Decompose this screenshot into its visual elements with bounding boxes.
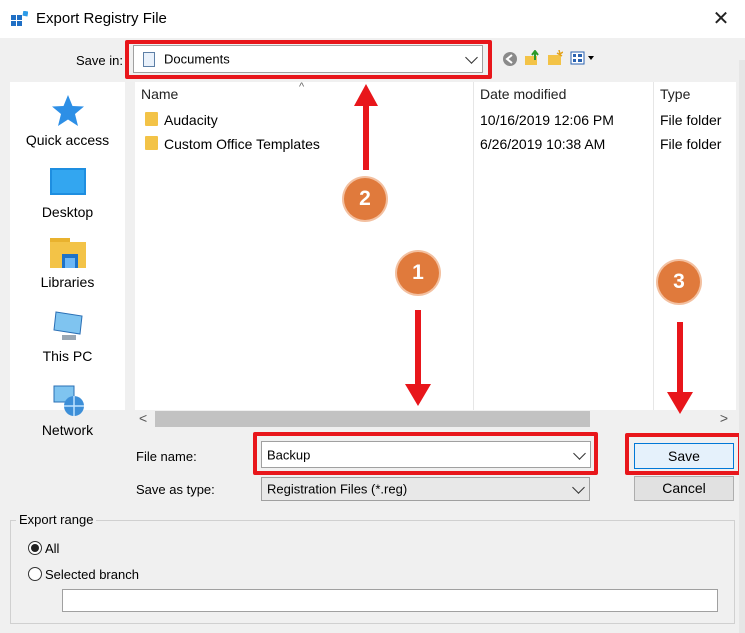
file-date: 10/16/2019 12:06 PM — [480, 112, 614, 128]
file-type: File folder — [660, 136, 722, 152]
column-header-name[interactable]: Name — [141, 86, 178, 102]
file-name-label: File name: — [136, 449, 197, 464]
window-title: Export Registry File — [36, 10, 167, 27]
annotation-badge-2: 2 — [344, 178, 386, 220]
list-item[interactable]: Custom Office Templates 6/26/2019 10:38 … — [135, 133, 736, 157]
view-menu-icon[interactable] — [570, 50, 600, 66]
file-date: 6/26/2019 10:38 AM — [480, 136, 606, 152]
libraries-icon — [49, 236, 86, 270]
scrollbar-thumb[interactable] — [155, 411, 590, 427]
new-folder-icon[interactable] — [547, 49, 564, 66]
export-range-title: Export range — [16, 512, 97, 527]
chevron-down-icon — [572, 481, 585, 494]
chevron-down-icon — [465, 51, 478, 64]
column-header-type[interactable]: Type — [660, 86, 690, 102]
annotation-badge-3: 3 — [658, 261, 700, 303]
column-header-date[interactable]: Date modified — [480, 86, 566, 102]
documents-icon — [143, 52, 155, 67]
save-in-value: Documents — [164, 51, 230, 67]
back-icon[interactable] — [502, 51, 518, 67]
desktop-icon — [49, 166, 86, 200]
place-label: Desktop — [41, 204, 94, 220]
place-label: Libraries — [40, 274, 95, 290]
place-label: Network — [41, 422, 94, 438]
list-item[interactable]: Audacity 10/16/2019 12:06 PM File folder — [135, 109, 736, 133]
place-desktop[interactable]: Desktop — [10, 166, 125, 220]
file-name-value: Backup — [267, 447, 311, 462]
annotation-arrow-3 — [665, 322, 695, 416]
place-libraries[interactable]: Libraries — [10, 236, 125, 290]
scroll-right-icon[interactable]: > — [720, 410, 728, 426]
network-icon — [50, 384, 86, 418]
file-type: File folder — [660, 112, 722, 128]
annotation-arrow-1 — [403, 310, 433, 408]
annotation-badge-1: 1 — [397, 252, 439, 294]
folder-icon — [145, 112, 158, 126]
up-folder-icon[interactable] — [524, 49, 540, 66]
radio-all[interactable] — [28, 541, 42, 555]
save-button[interactable]: Save — [634, 443, 734, 469]
save-in-label: Save in: — [76, 53, 123, 68]
save-in-dropdown[interactable]: Documents — [133, 45, 483, 73]
save-as-type-dropdown[interactable]: Registration Files (*.reg) — [261, 477, 590, 501]
file-name: Audacity — [164, 112, 218, 128]
selected-branch-input[interactable] — [62, 589, 718, 612]
places-bar: Quick access Desktop Libraries This PC N… — [10, 82, 125, 438]
save-as-type-label: Save as type: — [136, 482, 215, 497]
file-name-input[interactable]: Backup — [261, 441, 591, 468]
scroll-left-icon[interactable]: < — [139, 410, 147, 426]
sort-up-icon: ^ — [299, 81, 305, 93]
star-icon — [50, 94, 86, 128]
annotation-arrow-2 — [352, 82, 380, 172]
place-network[interactable]: Network — [10, 384, 125, 438]
place-quick-access[interactable]: Quick access — [10, 94, 125, 148]
computer-icon — [50, 310, 86, 344]
radio-selected-branch[interactable] — [28, 567, 42, 581]
file-name: Custom Office Templates — [164, 136, 320, 152]
save-as-type-value: Registration Files (*.reg) — [267, 481, 408, 497]
cancel-button[interactable]: Cancel — [634, 476, 734, 501]
radio-selected-branch-label[interactable]: Selected branch — [45, 567, 139, 582]
background-window-edge — [739, 60, 745, 633]
registry-app-icon — [11, 10, 29, 28]
place-this-pc[interactable]: This PC — [10, 310, 125, 364]
chevron-down-icon — [573, 446, 586, 460]
place-label: This PC — [42, 348, 93, 364]
close-button[interactable]: ✕ — [706, 4, 736, 34]
horizontal-scrollbar[interactable]: < > — [135, 410, 736, 428]
place-label: Quick access — [25, 132, 110, 148]
folder-icon — [145, 136, 158, 150]
radio-all-label[interactable]: All — [45, 541, 59, 556]
file-list[interactable]: Name ^ Date modified Type Audacity 10/16… — [135, 81, 736, 410]
